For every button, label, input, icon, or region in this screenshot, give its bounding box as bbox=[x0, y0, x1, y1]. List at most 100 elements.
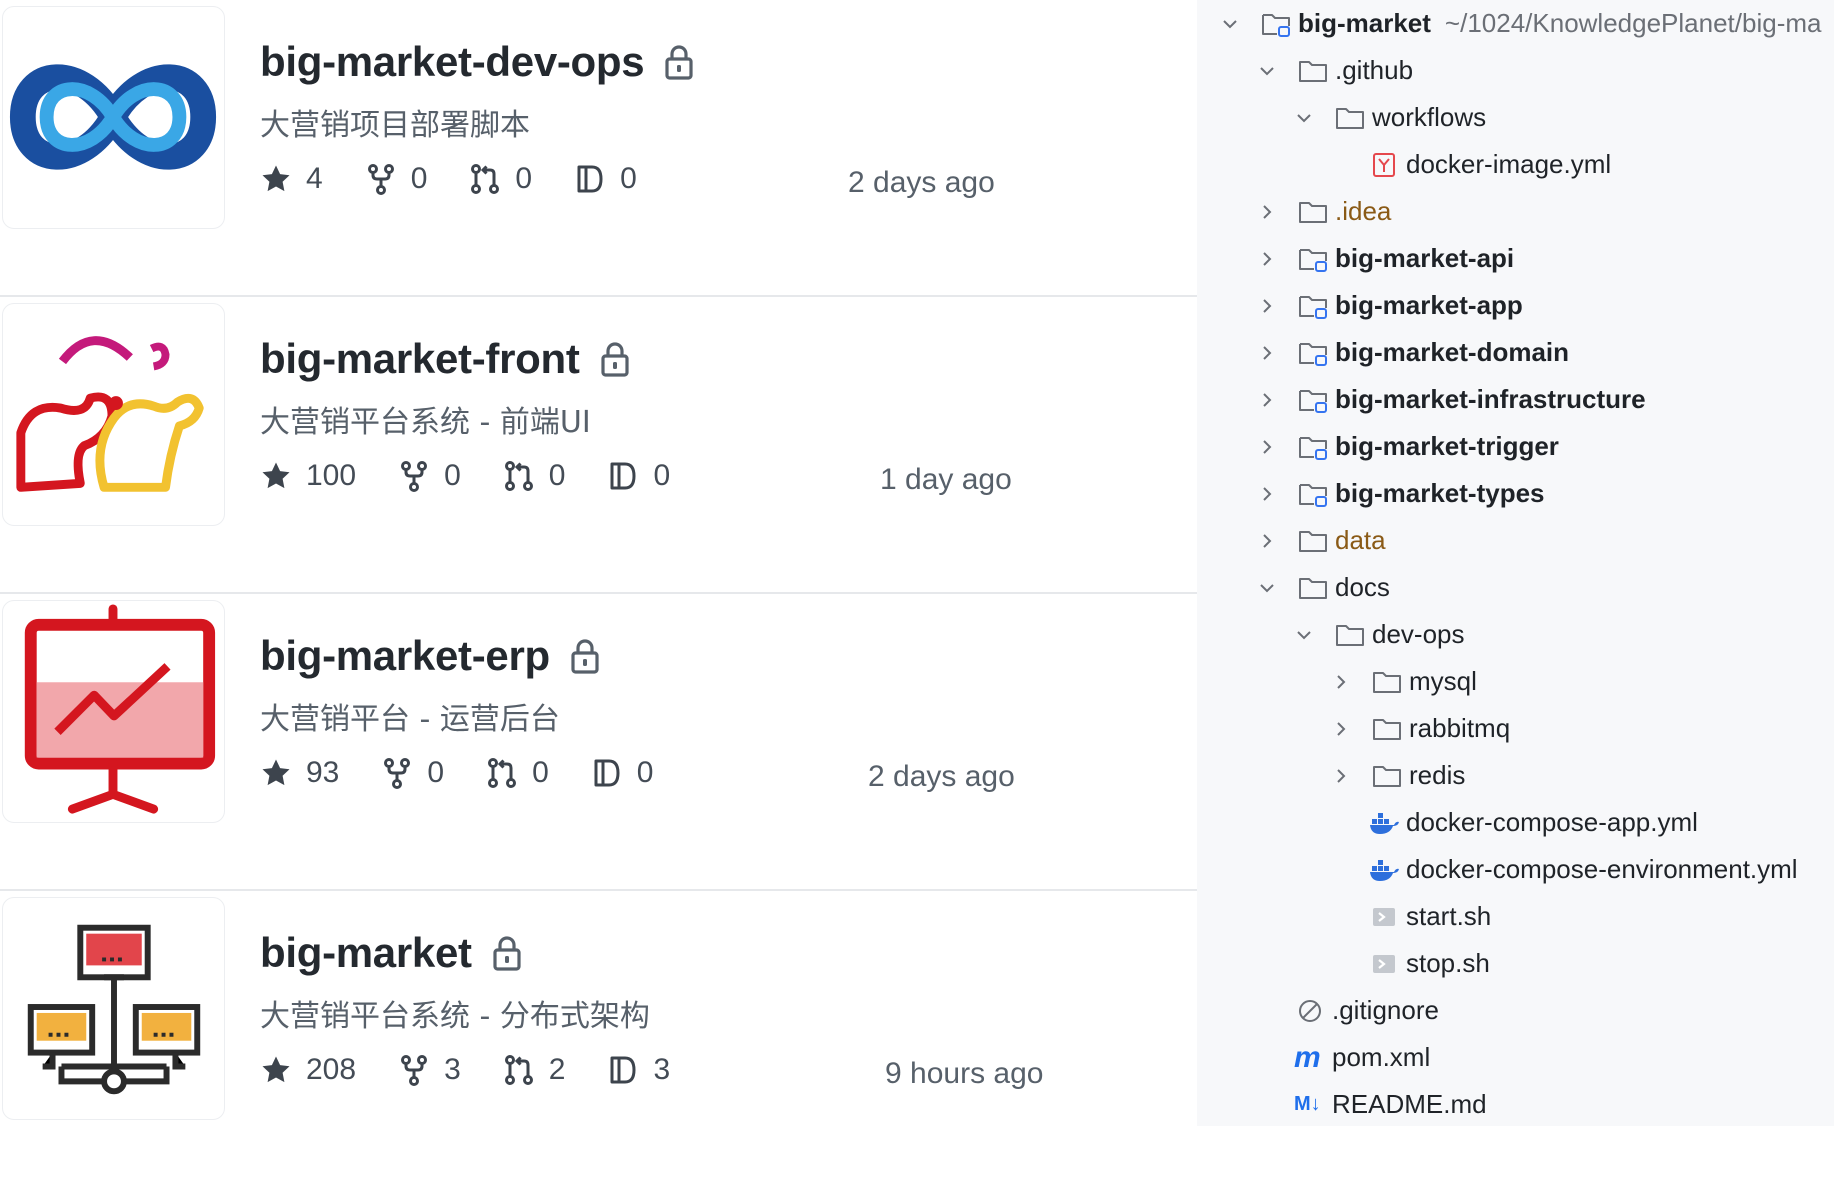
tree-item-big-market-infrastructure[interactable]: big-market-infrastructure bbox=[1257, 376, 1646, 423]
chevron-right-icon[interactable] bbox=[1257, 249, 1277, 269]
network-computers-icon[interactable] bbox=[2, 897, 225, 1120]
markdown-icon: M↓ bbox=[1294, 1093, 1321, 1115]
folder-icon bbox=[1297, 57, 1329, 85]
tree-item-label: .github bbox=[1335, 55, 1414, 85]
tree-item-label: big-market-app bbox=[1335, 290, 1523, 320]
chevron-right-icon[interactable] bbox=[1257, 390, 1277, 410]
chevron-right-icon[interactable] bbox=[1331, 719, 1351, 739]
issues-stat[interactable]: 3 bbox=[607, 1053, 670, 1087]
chevron-down-icon[interactable] bbox=[1294, 108, 1314, 128]
forks-stat[interactable]: 0 bbox=[381, 756, 444, 790]
repo-name[interactable]: big-market-front bbox=[260, 335, 580, 383]
pull-request-icon bbox=[503, 1054, 535, 1086]
folder-icon bbox=[1334, 621, 1366, 649]
tree-item-docs[interactable]: docs bbox=[1257, 564, 1390, 611]
repo-card[interactable]: big-market-dev-ops 大营销项目部署脚本 4 0 0 0 2 d… bbox=[0, 0, 1197, 297]
chevron-down-icon[interactable] bbox=[1220, 14, 1240, 34]
chevron-right-icon[interactable] bbox=[1257, 343, 1277, 363]
chevron-right-icon[interactable] bbox=[1257, 484, 1277, 504]
chevron-down-icon[interactable] bbox=[1257, 578, 1277, 598]
tree-item-big-market-app[interactable]: big-market-app bbox=[1257, 282, 1523, 329]
issues-count: 0 bbox=[636, 756, 654, 789]
tree-item-stop-sh[interactable]: stop.sh bbox=[1368, 940, 1490, 987]
module-folder-icon bbox=[1297, 386, 1329, 414]
tree-item-start-sh[interactable]: start.sh bbox=[1368, 893, 1491, 940]
tree-item-mysql[interactable]: mysql bbox=[1331, 658, 1477, 705]
tree-item-label: big-market-types bbox=[1335, 478, 1545, 508]
pull-requests-count: 2 bbox=[548, 1053, 566, 1086]
stars-stat[interactable]: 4 bbox=[260, 162, 323, 196]
tree-item-label: big-market-infrastructure bbox=[1335, 384, 1646, 414]
tree-root[interactable]: big-market ~/1024/KnowledgePlanet/big-ma bbox=[1220, 0, 1821, 47]
tree-item-big-market-trigger[interactable]: big-market-trigger bbox=[1257, 423, 1559, 470]
chevron-right-icon[interactable] bbox=[1257, 296, 1277, 316]
tree-item-readme[interactable]: M↓ README.md bbox=[1294, 1081, 1487, 1126]
pull-requests-stat[interactable]: 0 bbox=[469, 162, 532, 196]
repo-updated-time: 2 days ago bbox=[848, 166, 995, 199]
tree-item-big-market-api[interactable]: big-market-api bbox=[1257, 235, 1514, 282]
pull-requests-stat[interactable]: 2 bbox=[503, 1053, 566, 1087]
infinity-logo-icon[interactable] bbox=[2, 6, 225, 229]
tree-item-dev-ops[interactable]: dev-ops bbox=[1294, 611, 1465, 658]
shell-script-icon bbox=[1368, 903, 1400, 931]
tree-item-docker-compose-environment[interactable]: docker-compose-environment.yml bbox=[1368, 846, 1798, 893]
repo-card[interactable]: big-market-front 大营销平台系统 - 前端UI 100 0 0 … bbox=[0, 297, 1197, 594]
pull-request-icon bbox=[469, 163, 501, 195]
stars-stat[interactable]: 93 bbox=[260, 756, 339, 790]
issues-stat[interactable]: 0 bbox=[574, 162, 637, 196]
repo-name[interactable]: big-market bbox=[260, 929, 472, 977]
repo-card[interactable]: big-market 大营销平台系统 - 分布式架构 208 3 2 3 9 h… bbox=[0, 891, 1197, 1188]
chevron-down-icon[interactable] bbox=[1294, 625, 1314, 645]
tree-item-redis[interactable]: redis bbox=[1331, 752, 1465, 799]
issue-icon bbox=[591, 757, 623, 789]
tree-item-label: workflows bbox=[1372, 102, 1487, 132]
repo-card[interactable]: big-market-erp 大营销平台 - 运营后台 93 0 0 0 2 d… bbox=[0, 594, 1197, 891]
chevron-right-icon[interactable] bbox=[1331, 766, 1351, 786]
fork-icon bbox=[381, 757, 413, 789]
issues-stat[interactable]: 0 bbox=[591, 756, 654, 790]
tree-item-data[interactable]: data bbox=[1257, 517, 1386, 564]
pull-requests-stat[interactable]: 0 bbox=[486, 756, 549, 790]
repo-stats: 4 0 0 0 bbox=[260, 156, 679, 202]
repo-name[interactable]: big-market-dev-ops bbox=[260, 38, 645, 86]
forks-stat[interactable]: 0 bbox=[398, 459, 461, 493]
snails-logo-icon[interactable] bbox=[2, 303, 225, 526]
stars-stat[interactable]: 208 bbox=[260, 1053, 356, 1087]
tree-item-docker-compose-app[interactable]: docker-compose-app.yml bbox=[1368, 799, 1698, 846]
stars-count: 93 bbox=[306, 756, 340, 789]
tree-item-workflows[interactable]: workflows bbox=[1294, 94, 1486, 141]
docker-icon bbox=[1368, 856, 1400, 884]
issues-stat[interactable]: 0 bbox=[607, 459, 670, 493]
tree-item-big-market-domain[interactable]: big-market-domain bbox=[1257, 329, 1569, 376]
pull-requests-stat[interactable]: 0 bbox=[503, 459, 565, 493]
stars-stat[interactable]: 100 bbox=[260, 459, 356, 493]
tree-item-docker-image-yml[interactable]: docker-image.yml bbox=[1368, 141, 1611, 188]
tree-item-rabbitmq[interactable]: rabbitmq bbox=[1331, 705, 1510, 752]
forks-stat[interactable]: 0 bbox=[365, 162, 427, 196]
lock-icon bbox=[600, 341, 630, 377]
module-folder-icon bbox=[1297, 480, 1329, 508]
shell-script-icon bbox=[1368, 950, 1400, 978]
tree-item-label: big-market-domain bbox=[1335, 337, 1570, 367]
tree-item-big-market-types[interactable]: big-market-types bbox=[1257, 470, 1545, 517]
chevron-right-icon[interactable] bbox=[1331, 672, 1351, 692]
folder-icon bbox=[1297, 574, 1329, 602]
tree-item-label: docker-image.yml bbox=[1406, 149, 1612, 179]
tree-item-idea[interactable]: .idea bbox=[1257, 188, 1391, 235]
pull-requests-count: 0 bbox=[515, 162, 533, 195]
tree-item-label: mysql bbox=[1409, 666, 1477, 696]
forks-count: 0 bbox=[444, 459, 461, 492]
chevron-right-icon[interactable] bbox=[1257, 531, 1277, 551]
presentation-chart-icon[interactable] bbox=[2, 600, 225, 823]
forks-stat[interactable]: 3 bbox=[398, 1053, 461, 1087]
folder-icon bbox=[1334, 104, 1366, 132]
tree-item-pom-xml[interactable]: m pom.xml bbox=[1294, 1034, 1430, 1081]
tree-root-name: big-market bbox=[1298, 8, 1431, 38]
chevron-right-icon[interactable] bbox=[1257, 202, 1277, 222]
tree-item-gitignore[interactable]: .gitignore bbox=[1294, 987, 1439, 1034]
repo-description: 大营销平台 - 运营后台 bbox=[260, 702, 560, 737]
repo-name[interactable]: big-market-erp bbox=[260, 632, 550, 680]
chevron-down-icon[interactable] bbox=[1257, 61, 1277, 81]
chevron-right-icon[interactable] bbox=[1257, 437, 1277, 457]
tree-item-github[interactable]: .github bbox=[1257, 47, 1413, 94]
